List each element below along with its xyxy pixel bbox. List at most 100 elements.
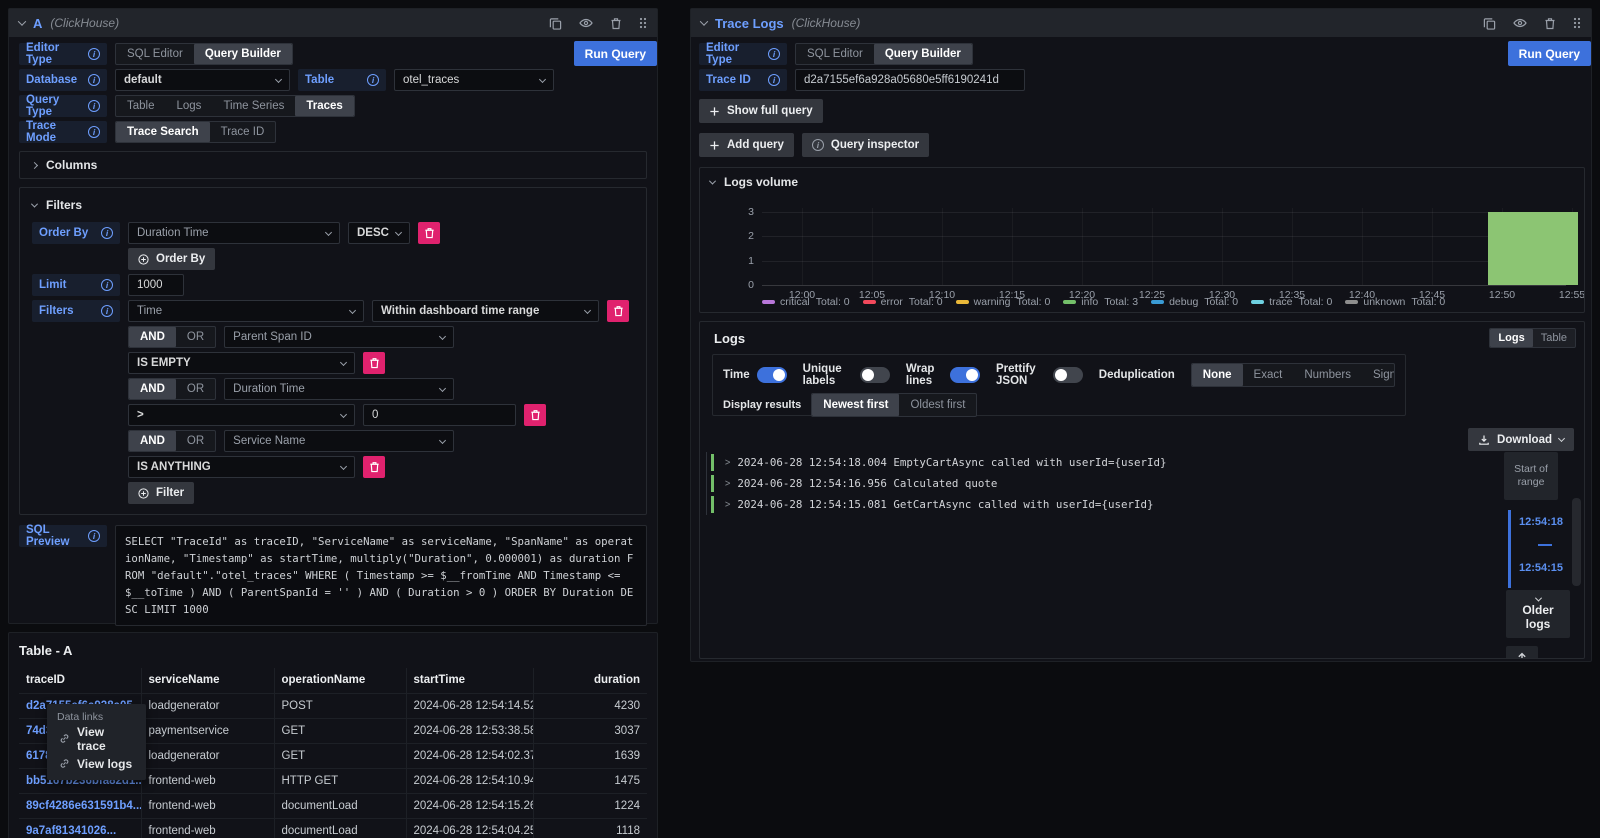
remove-order-by-button[interactable] (418, 222, 440, 244)
add-order-by-button[interactable]: Order By (128, 248, 215, 270)
option-traces[interactable]: Traces (295, 96, 353, 116)
add-query-button[interactable]: Add query (699, 133, 794, 157)
legend-label[interactable]: unknown (1363, 296, 1405, 308)
remove-condition-1-button[interactable] (363, 352, 385, 374)
table-select[interactable]: otel_traces (394, 69, 554, 91)
show-full-query-button[interactable]: Show full query (699, 99, 823, 123)
info-icon[interactable] (768, 74, 780, 86)
trace-id-input[interactable]: d2a7155ef6a928a05680e5ff6190241d (795, 69, 1025, 91)
run-query-button[interactable]: Run Query (1508, 41, 1591, 66)
info-icon[interactable] (88, 48, 100, 60)
query-inspector-button[interactable]: Query inspector (802, 133, 929, 157)
copy-icon[interactable] (549, 17, 562, 30)
order-by-field-select[interactable]: Duration Time (128, 222, 340, 244)
column-header-operationname[interactable]: operationName (274, 668, 406, 693)
unique-labels-switch[interactable] (860, 367, 890, 383)
time-filter-field-select[interactable]: Time (128, 300, 364, 322)
remove-condition-2-button[interactable] (524, 404, 546, 426)
info-icon[interactable] (88, 126, 100, 138)
option-logs[interactable]: Logs (1490, 329, 1532, 347)
column-header-servicename[interactable]: serviceName (141, 668, 274, 693)
prettify-json-switch[interactable] (1053, 367, 1083, 383)
legend-item-debug[interactable]: debugTotal: 0 (1151, 296, 1238, 308)
column-header-duration[interactable]: duration (533, 668, 647, 693)
info-icon[interactable] (88, 100, 100, 112)
info-icon[interactable] (101, 305, 113, 317)
expand-chevron-icon[interactable]: > (725, 457, 730, 469)
time-filter-operator-select[interactable]: Within dashboard time range (372, 300, 599, 322)
condition-2-operator-select[interactable]: > (128, 404, 355, 426)
run-query-button[interactable]: Run Query (574, 41, 657, 66)
option-and[interactable]: AND (129, 431, 176, 451)
legend-item-error[interactable]: errorTotal: 0 (863, 296, 943, 308)
add-filter-button[interactable]: Filter (128, 482, 194, 504)
info-icon[interactable] (768, 48, 780, 60)
trash-icon[interactable] (1544, 17, 1556, 30)
filters-section-toggle[interactable]: Filters (32, 198, 634, 212)
time-switch[interactable] (757, 367, 787, 383)
scroll-to-top-button[interactable] (1506, 646, 1538, 659)
wrap-lines-switch[interactable] (950, 367, 980, 383)
option-query-builder[interactable]: Query Builder (874, 44, 972, 64)
condition-2-field-select[interactable]: Duration Time (224, 378, 454, 400)
option-trace-search[interactable]: Trace Search (116, 122, 210, 142)
download-button[interactable]: Download (1468, 428, 1574, 451)
option-none[interactable]: None (1192, 364, 1243, 386)
legend-item-unknown[interactable]: unknownTotal: 0 (1345, 296, 1445, 308)
columns-section-toggle[interactable]: Columns (19, 151, 647, 179)
option-numbers[interactable]: Numbers (1293, 364, 1362, 386)
info-icon[interactable] (101, 279, 113, 291)
option-signature[interactable]: Signature (1362, 364, 1395, 386)
info-icon[interactable] (88, 74, 100, 86)
condition-2-value-input[interactable]: 0 (363, 404, 516, 426)
log-row[interactable]: >2024-06-28 12:54:18.004 EmptyCartAsync … (707, 452, 1476, 473)
panel-title[interactable]: A (33, 16, 42, 31)
remove-time-filter-button[interactable] (607, 300, 629, 322)
option-logs[interactable]: Logs (166, 96, 213, 116)
collapse-chevron-icon[interactable] (700, 17, 708, 25)
option-and[interactable]: AND (129, 327, 176, 347)
condition-1-operator-select[interactable]: IS EMPTY (128, 352, 355, 374)
collapse-chevron-icon[interactable] (18, 17, 26, 25)
expand-chevron-icon[interactable]: > (725, 478, 730, 490)
option-or[interactable]: OR (176, 327, 215, 347)
option-and[interactable]: AND (129, 379, 176, 399)
database-select[interactable]: default (115, 69, 290, 91)
legend-label[interactable]: debug (1169, 296, 1198, 308)
logs-volume-bar-info[interactable] (1488, 212, 1578, 285)
option-newest-first[interactable]: Newest first (812, 394, 899, 416)
legend-label[interactable]: trace (1269, 296, 1292, 308)
option-query-builder[interactable]: Query Builder (194, 44, 292, 64)
expand-chevron-icon[interactable]: > (725, 499, 730, 511)
option-or[interactable]: OR (176, 379, 215, 399)
info-icon[interactable] (367, 74, 379, 86)
info-icon[interactable] (88, 530, 100, 542)
legend-label[interactable]: critical (780, 296, 810, 308)
option-time-series[interactable]: Time Series (212, 96, 295, 116)
trace-id-link[interactable]: 89cf4286e631591b4... (19, 793, 141, 818)
option-or[interactable]: OR (176, 431, 215, 451)
legend-item-critical[interactable]: criticalTotal: 0 (762, 296, 850, 308)
condition-3-operator-select[interactable]: IS ANYTHING (128, 456, 355, 478)
option-table[interactable]: Table (116, 96, 166, 116)
eye-icon[interactable] (579, 16, 593, 30)
legend-label[interactable]: warning (974, 296, 1011, 308)
legend-item-trace[interactable]: traceTotal: 0 (1251, 296, 1332, 308)
log-row[interactable]: >2024-06-28 12:54:16.956 Calculated quot… (707, 473, 1476, 494)
column-header-starttime[interactable]: startTime (406, 668, 533, 693)
view-trace-menu-item[interactable]: View trace (47, 726, 146, 751)
view-logs-menu-item[interactable]: View logs (47, 751, 146, 776)
option-exact[interactable]: Exact (1243, 364, 1294, 386)
option-sql-editor[interactable]: SQL Editor (796, 44, 874, 64)
older-logs-button[interactable]: Older logs (1506, 590, 1570, 638)
legend-label[interactable]: error (881, 296, 903, 308)
option-oldest-first[interactable]: Oldest first (899, 394, 976, 416)
trash-icon[interactable] (610, 17, 622, 30)
condition-1-field-select[interactable]: Parent Span ID (224, 326, 454, 348)
info-icon[interactable] (101, 227, 113, 239)
copy-icon[interactable] (1483, 17, 1496, 30)
remove-condition-3-button[interactable] (363, 456, 385, 478)
drag-handle-icon[interactable] (1573, 17, 1581, 29)
trace-id-link[interactable]: 9a7af81341026... (19, 818, 141, 838)
option-table[interactable]: Table (1533, 329, 1575, 347)
